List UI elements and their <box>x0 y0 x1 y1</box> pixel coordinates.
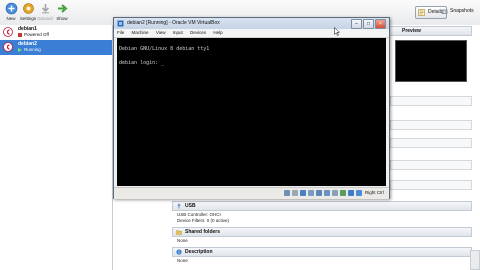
vm-window-title: debian2 [Running] - Oracle VM VirtualBox <box>127 20 220 26</box>
shared-folders-value: None <box>177 238 188 243</box>
debian-os-icon <box>3 42 13 52</box>
keyboard-capture-icon[interactable] <box>356 190 362 196</box>
usb-filters-value: Device Filters: 0 (0 active) <box>177 218 230 223</box>
show-button[interactable]: Show <box>53 2 71 21</box>
detail-section <box>390 180 472 190</box>
settings-button[interactable]: Settings <box>19 2 37 21</box>
detail-section <box>390 138 472 148</box>
shared-folder-status-icon[interactable] <box>324 190 330 196</box>
menu-input[interactable]: Input <box>173 30 183 35</box>
usb-status-icon[interactable] <box>316 190 322 196</box>
optical-drive-icon[interactable] <box>292 190 298 196</box>
detail-section <box>390 120 472 130</box>
usb-section-header[interactable]: USB <box>172 201 472 211</box>
details-scrollbar[interactable] <box>470 250 480 270</box>
running-arrow-icon <box>18 48 22 52</box>
new-vm-icon <box>5 2 17 15</box>
description-value: None <box>177 258 188 263</box>
host-key-label: Right Ctrl <box>365 190 384 195</box>
debian-os-icon <box>3 27 13 37</box>
snapshots-tab[interactable]: Snapshots <box>440 6 474 17</box>
close-button[interactable]: × <box>375 19 386 29</box>
usb-icon <box>177 203 181 209</box>
details-icon <box>418 9 425 16</box>
shared-folders-section-header[interactable]: Shared folders <box>172 227 472 237</box>
menu-machine[interactable]: Machine <box>132 30 149 35</box>
console-line: Debian GNU/Linux 8 debian tty1 <box>119 46 210 52</box>
description-icon <box>176 249 182 255</box>
settings-gear-icon <box>22 3 34 14</box>
preview-section-header[interactable]: Preview <box>389 26 472 36</box>
menu-view[interactable]: View <box>156 30 166 35</box>
display-icon[interactable] <box>332 190 338 196</box>
console-line: debian login: _ <box>119 60 165 66</box>
menu-help[interactable]: Help <box>213 30 222 35</box>
vm-window: debian2 [Running] - Oracle VM VirtualBox… <box>113 17 390 199</box>
show-arrow-icon <box>57 4 68 13</box>
new-button[interactable]: New <box>2 2 20 21</box>
virtualbox-icon <box>117 20 124 27</box>
mouse-integration-icon[interactable] <box>348 190 354 196</box>
network-icon[interactable] <box>308 190 314 196</box>
detail-section <box>390 160 472 170</box>
vm-window-titlebar[interactable]: debian2 [Running] - Oracle VM VirtualBox… <box>114 18 389 29</box>
minimize-button[interactable]: – <box>351 19 362 29</box>
description-section-header[interactable]: Description <box>172 247 472 257</box>
maximize-button[interactable]: □ <box>363 19 374 29</box>
detail-section <box>390 96 472 106</box>
vm-list: debian1 Powered Off debian2 Running <box>0 25 113 270</box>
video-capture-icon[interactable] <box>340 190 346 196</box>
hard-disk-icon[interactable] <box>284 190 290 196</box>
vm-status-bar: Right Ctrl <box>114 187 389 199</box>
discard-button[interactable]: Discard <box>36 2 54 21</box>
discard-arrow-icon <box>41 4 49 14</box>
preview-thumbnail <box>395 40 467 82</box>
folder-icon <box>176 230 182 235</box>
vm-list-item-selected[interactable]: debian2 Running <box>0 40 112 55</box>
mouse-cursor-icon <box>334 27 340 36</box>
vm-list-item[interactable]: debian1 Powered Off <box>0 25 112 40</box>
camera-icon <box>441 9 448 14</box>
audio-icon[interactable] <box>300 190 306 196</box>
vm-console-screen[interactable]: Debian GNU/Linux 8 debian tty1 debian lo… <box>117 38 386 186</box>
vm-menubar: File Machine View Input Devices Help <box>114 29 389 38</box>
menu-devices[interactable]: Devices <box>190 30 206 35</box>
menu-file[interactable]: File <box>117 30 124 35</box>
powered-off-icon <box>18 33 22 37</box>
